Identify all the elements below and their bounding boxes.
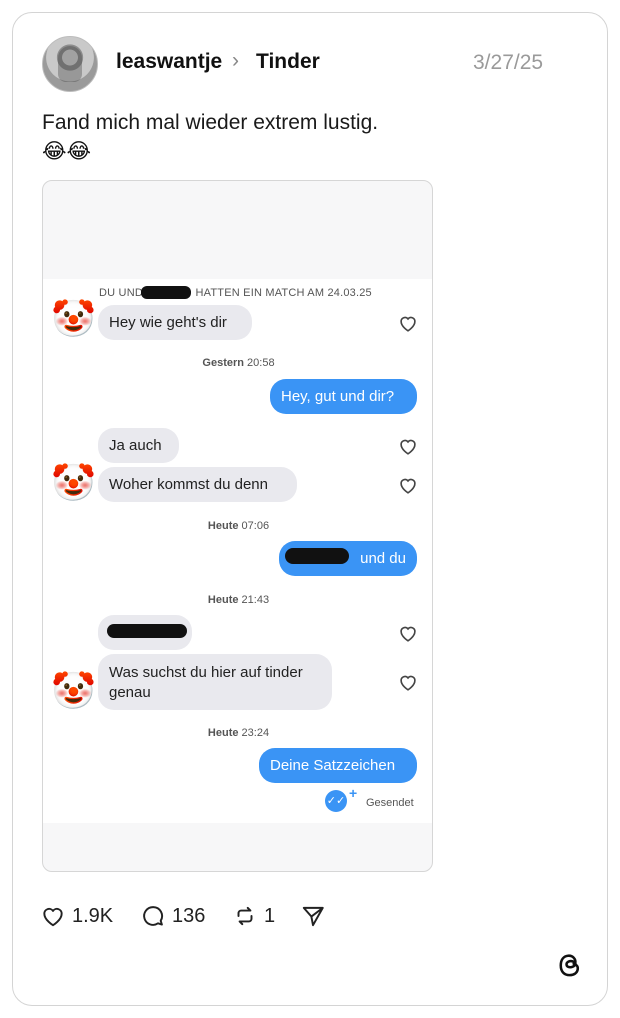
heart-icon[interactable] xyxy=(397,435,419,457)
redaction-bar xyxy=(107,624,187,638)
heart-icon[interactable] xyxy=(397,671,419,693)
timestamp: Gestern 20:58 xyxy=(202,357,275,369)
timestamp: Heute 23:24 xyxy=(207,727,270,739)
heart-icon[interactable] xyxy=(397,474,419,496)
timestamp: Heute 21:43 xyxy=(207,594,270,606)
post-caption: Fand mich mal wieder extrem lustig. xyxy=(42,111,379,134)
heart-icon[interactable] xyxy=(397,312,419,334)
comment-icon xyxy=(143,906,164,926)
username[interactable]: leaswantje xyxy=(116,50,222,74)
message-outgoing: Hey, gut und dir? xyxy=(270,379,417,414)
repost-count: 1 xyxy=(264,904,276,927)
repost-icon xyxy=(237,906,253,926)
message-incoming: Ja auch xyxy=(98,428,179,463)
match-banner: DU UND HATTEN EIN MATCH AM 24.03.25 xyxy=(99,287,372,299)
clown-avatar-emoji: 🤡 xyxy=(51,670,96,711)
like-count: 1.9K xyxy=(72,904,114,927)
message-outgoing: Deine Satzzeichen xyxy=(259,748,417,783)
plus-icon: + xyxy=(349,785,358,801)
comment-button[interactable]: 136 xyxy=(140,902,205,930)
chevron-right-icon: › xyxy=(232,49,239,72)
threads-logo-icon xyxy=(559,954,580,977)
message-incoming: Was suchst du hier auf tinder genau xyxy=(98,654,332,710)
clown-avatar-emoji: 🤡 xyxy=(51,298,96,339)
send-icon xyxy=(302,906,324,927)
delivery-status: Gesendet xyxy=(366,797,414,809)
redaction-bar xyxy=(285,548,349,564)
heart-icon xyxy=(43,907,63,927)
redaction-bar xyxy=(141,286,191,299)
heart-icon[interactable] xyxy=(397,622,419,644)
post-image[interactable]: DU UND HATTEN EIN MATCH AM 24.03.25 🤡 He… xyxy=(42,180,433,872)
avatar[interactable] xyxy=(42,36,98,92)
post-date: 3/27/25 xyxy=(473,51,544,74)
like-button[interactable]: 1.9K xyxy=(40,902,113,930)
comment-count: 136 xyxy=(172,904,206,927)
message-incoming: Hey wie geht's dir xyxy=(98,305,252,340)
double-check-icon: ✓✓ xyxy=(325,790,347,812)
message-incoming: Woher kommst du denn xyxy=(98,467,297,502)
timestamp: Heute 07:06 xyxy=(207,520,270,532)
clown-avatar-emoji: 🤡 xyxy=(51,462,96,503)
caption-emojis: 😂😂 xyxy=(42,140,92,163)
community-name[interactable]: Tinder xyxy=(256,50,320,74)
share-button[interactable] xyxy=(300,902,326,930)
repost-button[interactable]: 1 xyxy=(232,902,275,930)
